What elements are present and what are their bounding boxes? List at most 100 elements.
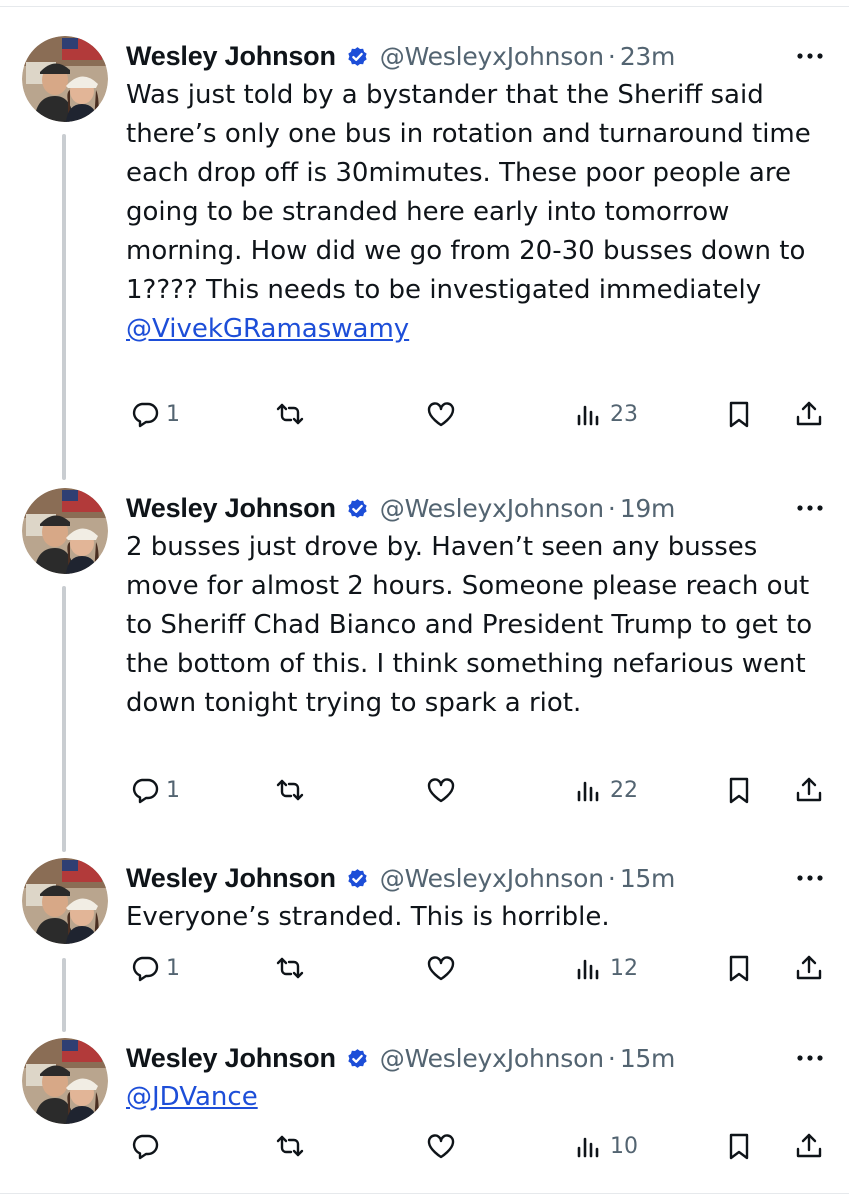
retweet-button[interactable] xyxy=(275,770,311,810)
separator-dot: · xyxy=(607,1043,616,1073)
verified-badge-icon xyxy=(348,1048,367,1068)
more-horizontal-icon[interactable] xyxy=(792,38,828,74)
views-count: 23 xyxy=(610,401,638,427)
avatar[interactable] xyxy=(22,1038,108,1124)
like-button[interactable] xyxy=(426,1126,462,1166)
reply-button[interactable]: 1 xyxy=(130,948,180,988)
user-handle[interactable]: @WesleyxJohnson xyxy=(380,494,604,523)
share-icon xyxy=(796,777,822,802)
reply-count: 1 xyxy=(166,777,180,803)
top-divider xyxy=(0,6,849,7)
share-button[interactable] xyxy=(794,948,824,988)
avatar-image xyxy=(22,488,108,574)
reply-icon xyxy=(132,402,159,428)
reply-icon xyxy=(132,1134,159,1160)
tweet-time[interactable]: 23m xyxy=(620,42,676,71)
bookmark-icon xyxy=(729,777,749,804)
avatar-image xyxy=(22,36,108,122)
share-button[interactable] xyxy=(794,394,824,434)
verified-badge-icon xyxy=(348,498,367,518)
share-icon xyxy=(796,401,822,426)
reply-icon xyxy=(132,778,159,804)
reply-button[interactable]: 1 xyxy=(130,394,180,434)
like-button[interactable] xyxy=(426,948,462,988)
display-name[interactable]: Wesley Johnson xyxy=(126,1043,336,1074)
reply-icon xyxy=(132,956,159,982)
display-name[interactable]: Wesley Johnson xyxy=(126,493,336,524)
tweet-text: Was just told by a bystander that the Sh… xyxy=(126,76,826,349)
views-count: 10 xyxy=(610,1133,638,1159)
avatar-image xyxy=(22,858,108,944)
avatar[interactable] xyxy=(22,858,108,944)
mention-link[interactable]: @VivekGRamaswamy xyxy=(126,314,409,344)
more-horizontal-icon[interactable] xyxy=(792,490,828,526)
retweet-icon xyxy=(276,1135,304,1157)
retweet-button[interactable] xyxy=(275,1126,311,1166)
display-name[interactable]: Wesley Johnson xyxy=(126,41,336,72)
user-handle[interactable]: @WesleyxJohnson xyxy=(380,1044,604,1073)
tweet-time[interactable]: 15m xyxy=(620,864,676,893)
views-button[interactable]: 12 xyxy=(574,948,638,988)
tweet-text-content: Everyone’s stranded. This is horrible. xyxy=(126,902,610,932)
share-button[interactable] xyxy=(794,770,824,810)
retweet-icon xyxy=(276,779,304,801)
like-button[interactable] xyxy=(426,394,462,434)
mention-link[interactable]: @JDVance xyxy=(126,1082,258,1112)
separator-dot: · xyxy=(607,863,616,893)
user-handle[interactable]: @WesleyxJohnson xyxy=(380,864,604,893)
tweet-time[interactable]: 19m xyxy=(620,494,676,523)
views-chart-icon xyxy=(577,959,599,980)
avatar[interactable] xyxy=(22,488,108,574)
retweet-button[interactable] xyxy=(275,948,311,988)
views-button[interactable]: 23 xyxy=(574,394,638,434)
retweet-button[interactable] xyxy=(275,394,311,434)
action-bar: 1 22 xyxy=(0,770,849,810)
bookmark-button[interactable] xyxy=(724,1126,754,1166)
views-count: 22 xyxy=(610,777,638,803)
views-chart-icon xyxy=(577,405,599,426)
tweet-header: Wesley Johnson @WesleyxJohnson · 15m xyxy=(126,860,675,896)
share-icon xyxy=(796,1133,822,1158)
tweet-text: Everyone’s stranded. This is horrible. xyxy=(126,898,826,937)
action-bar: 1 12 xyxy=(0,948,849,988)
views-chart-icon xyxy=(577,1137,599,1158)
separator-dot: · xyxy=(607,41,616,71)
avatar[interactable] xyxy=(22,36,108,122)
tweet-text-content: Was just told by a bystander that the Sh… xyxy=(126,80,819,305)
heart-icon xyxy=(427,956,455,981)
thread-line xyxy=(62,586,66,852)
tweet-header: Wesley Johnson @WesleyxJohnson · 19m xyxy=(126,490,675,526)
bottom-divider xyxy=(0,1193,849,1194)
reply-count: 1 xyxy=(166,955,180,981)
views-chart-icon xyxy=(577,781,599,802)
bookmark-button[interactable] xyxy=(724,948,754,988)
bookmark-button[interactable] xyxy=(724,770,754,810)
display-name[interactable]: Wesley Johnson xyxy=(126,863,336,894)
reply-button[interactable] xyxy=(130,1126,166,1166)
heart-icon xyxy=(427,1134,455,1159)
reply-button[interactable]: 1 xyxy=(130,770,180,810)
tweet-text: 2 busses just drove by. Haven’t seen any… xyxy=(126,528,826,723)
user-handle[interactable]: @WesleyxJohnson xyxy=(380,42,604,71)
action-bar: 10 xyxy=(0,1126,849,1166)
bookmark-icon xyxy=(729,1133,749,1160)
tweet-header: Wesley Johnson @WesleyxJohnson · 23m xyxy=(126,38,675,74)
views-count: 12 xyxy=(610,955,638,981)
verified-badge-icon xyxy=(348,868,367,888)
like-button[interactable] xyxy=(426,770,462,810)
tweet-text: @JDVance xyxy=(126,1078,826,1117)
tweet-time[interactable]: 15m xyxy=(620,1044,676,1073)
bookmark-icon xyxy=(729,955,749,982)
bookmark-button[interactable] xyxy=(724,394,754,434)
retweet-icon xyxy=(276,957,304,979)
heart-icon xyxy=(427,778,455,803)
views-button[interactable]: 10 xyxy=(574,1126,638,1166)
views-button[interactable]: 22 xyxy=(574,770,638,810)
verified-badge-icon xyxy=(348,46,367,66)
avatar-image xyxy=(22,1038,108,1124)
more-horizontal-icon[interactable] xyxy=(792,1040,828,1076)
tweet-header: Wesley Johnson @WesleyxJohnson · 15m xyxy=(126,1040,675,1076)
more-horizontal-icon[interactable] xyxy=(792,860,828,896)
share-button[interactable] xyxy=(794,1126,824,1166)
tweet-text-content: 2 busses just drove by. Haven’t seen any… xyxy=(126,532,821,718)
